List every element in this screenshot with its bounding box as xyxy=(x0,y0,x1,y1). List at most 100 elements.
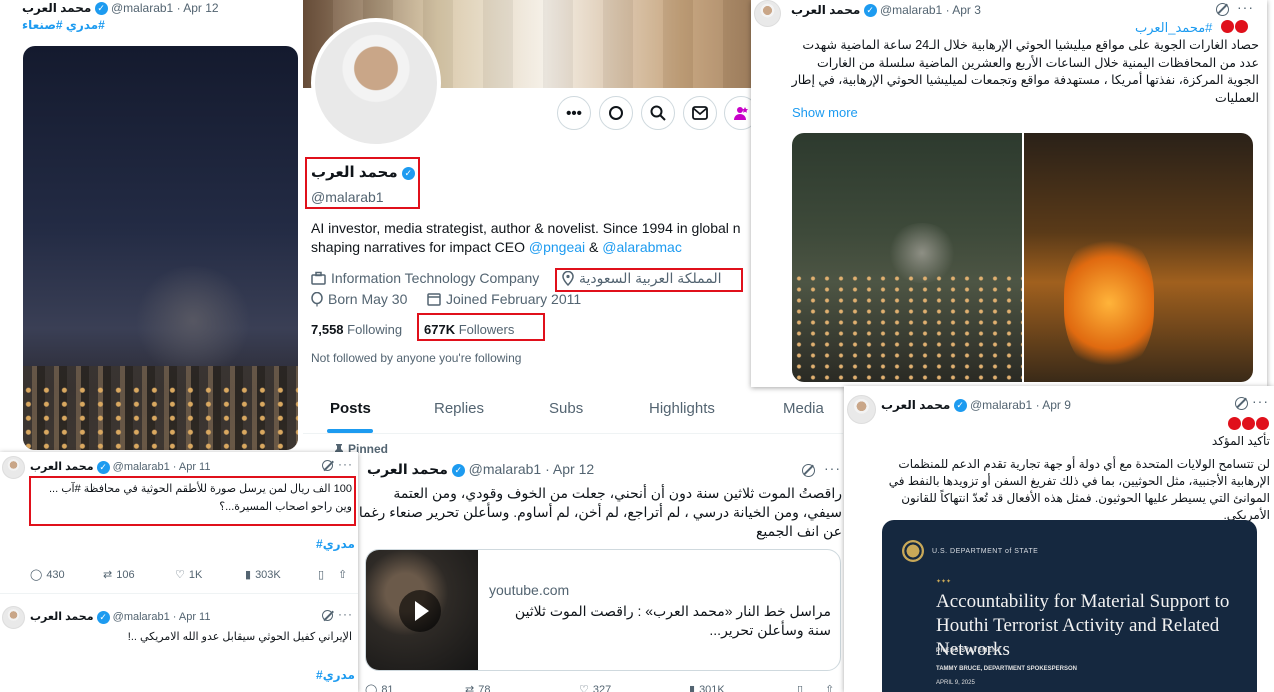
tweet-date[interactable]: · Apr 3 xyxy=(946,3,981,17)
tab-posts[interactable]: Posts xyxy=(330,400,371,417)
more-icon[interactable]: ··· xyxy=(338,607,353,621)
verified-badge-icon: ✓ xyxy=(96,460,110,474)
grok-icon[interactable] xyxy=(1216,3,1229,16)
card-title: مراسل خط النار «محمد العرب» : راقصت المو… xyxy=(514,603,831,638)
author-avatar[interactable] xyxy=(754,0,781,27)
more-icon: ••• xyxy=(566,104,582,122)
tweet-date[interactable]: · Apr 9 xyxy=(1036,398,1071,412)
author-name[interactable]: محمد العرب xyxy=(30,611,94,623)
author-handle[interactable]: @malarab1 xyxy=(113,611,170,623)
profile-avatar[interactable] xyxy=(311,18,441,148)
tweet-date[interactable]: · Apr 11 xyxy=(173,611,211,623)
calendar-icon xyxy=(427,293,441,306)
more-icon[interactable]: ··· xyxy=(1252,393,1269,409)
share-icon[interactable]: ⇧ xyxy=(338,568,347,581)
state-dept-document[interactable]: U.S. DEPARTMENT of STATE ✦✦✦ Accountabil… xyxy=(882,520,1257,692)
show-more-link[interactable]: Show more xyxy=(792,105,858,120)
more-icon[interactable]: ··· xyxy=(338,457,353,471)
author-handle[interactable]: @malarab1 xyxy=(970,398,1032,412)
grok-icon[interactable] xyxy=(322,610,333,621)
briefcase-icon xyxy=(311,271,326,285)
tweet-date[interactable]: · Apr 11 xyxy=(173,461,211,473)
author-name[interactable]: محمد العرب xyxy=(22,1,91,15)
more-button[interactable]: ••• xyxy=(557,96,591,130)
highlight-box-followers xyxy=(417,313,545,341)
search-button[interactable] xyxy=(641,96,675,130)
retweet-stat[interactable]: ⇄ 106 xyxy=(103,568,135,582)
bio-line-1: AI investor, media strategist, author & … xyxy=(311,220,741,236)
like-stat[interactable]: ♡ 1K xyxy=(175,568,202,582)
more-icon[interactable]: ··· xyxy=(824,460,841,476)
bio-line-2: shaping narratives for impact CEO xyxy=(311,239,529,255)
following-label: Following xyxy=(347,322,403,337)
grok-icon[interactable] xyxy=(1235,397,1248,410)
bookmark-icon[interactable]: ▯ xyxy=(797,683,803,692)
tweet-hashtag[interactable]: #مدري xyxy=(316,668,355,682)
verified-badge-icon: ✓ xyxy=(96,610,110,624)
grok-icon[interactable] xyxy=(802,464,815,477)
views-stat[interactable]: ▮ 303K xyxy=(245,568,281,582)
share-icon[interactable]: ⇧ xyxy=(825,683,834,692)
profile-joined: Joined February 2011 xyxy=(446,291,582,307)
grok-icon xyxy=(609,106,623,120)
tab-highlights[interactable]: Highlights xyxy=(649,400,715,417)
following-link[interactable]: 7,558 Following xyxy=(311,322,402,337)
tweet-text-heading: تأكيد المؤكد xyxy=(1211,434,1270,448)
reply-stat[interactable]: ◯ 81 xyxy=(365,683,394,692)
pinned-author-handle[interactable]: @malarab1 xyxy=(469,461,542,477)
tabs-divider xyxy=(303,433,843,434)
author-handle[interactable]: @malarab1 xyxy=(880,3,942,17)
following-count: 7,558 xyxy=(311,322,344,337)
tab-media[interactable]: Media xyxy=(783,400,824,417)
author-avatar[interactable] xyxy=(2,456,25,479)
reply-stat[interactable]: ◯ 430 xyxy=(30,568,65,582)
pinned-date[interactable]: · Apr 12 xyxy=(545,461,594,477)
airstrike-photo-left[interactable] xyxy=(792,133,1022,382)
like-stat[interactable]: ♡ 327 xyxy=(579,683,611,692)
author-avatar[interactable] xyxy=(2,606,25,629)
tab-replies[interactable]: Replies xyxy=(434,400,484,417)
doc-stars: ✦✦✦ xyxy=(936,579,952,585)
bio-mention-pngeai[interactable]: @pngeai xyxy=(529,239,585,255)
retweet-stat[interactable]: ⇄ 78 xyxy=(465,683,490,692)
author-handle[interactable]: @malarab1 xyxy=(113,461,170,473)
tweet-hashtags[interactable]: #مدري #صنعاء xyxy=(22,18,105,32)
author-name[interactable]: محمد العرب xyxy=(791,3,860,17)
pinned-author-name[interactable]: محمد العرب xyxy=(367,461,448,477)
tweet-date[interactable]: · Apr 12 xyxy=(177,1,219,15)
grok-icon[interactable] xyxy=(322,460,333,471)
grok-button[interactable] xyxy=(599,96,633,130)
not-followed-note: Not followed by anyone you're following xyxy=(311,351,522,365)
balloon-icon xyxy=(311,291,323,306)
tweet-text: لن تتسامح الولايات المتحدة مع أي دولة أو… xyxy=(888,457,1270,522)
bookmark-icon[interactable]: ▯ xyxy=(318,568,324,581)
tab-subs[interactable]: Subs xyxy=(549,400,583,417)
youtube-card[interactable]: youtube.com مراسل خط النار «محمد العرب» … xyxy=(365,549,841,671)
author-name[interactable]: محمد العرب xyxy=(30,461,94,473)
airstrike-photo-right[interactable] xyxy=(1024,133,1253,382)
search-icon xyxy=(650,105,666,121)
bio-mention-alarabmac[interactable]: @alarabmac xyxy=(602,239,682,255)
tweet-hashtag[interactable]: #مدري xyxy=(316,537,355,551)
author-avatar[interactable] xyxy=(847,395,876,424)
highlight-box-tweet xyxy=(29,476,356,526)
tweet-hashtag[interactable]: #محمد_العرب xyxy=(1135,20,1212,36)
state-dept-seal-icon xyxy=(902,540,924,562)
tweet-divider xyxy=(0,593,358,594)
retweet-icon: ⇄ xyxy=(465,684,475,692)
highlight-box-name xyxy=(305,157,420,209)
more-icon[interactable]: ··· xyxy=(1237,0,1254,15)
like-icon: ♡ xyxy=(579,684,589,692)
doc-by: TAMMY BRUCE, DEPARTMENT SPOKESPERSON xyxy=(936,666,1078,672)
author-name[interactable]: محمد العرب xyxy=(881,398,950,412)
night-city-photo[interactable] xyxy=(23,46,298,450)
play-icon[interactable] xyxy=(399,590,441,632)
message-button[interactable] xyxy=(683,96,717,130)
views-stat[interactable]: ▮ 301K xyxy=(689,683,725,692)
reply-icon: ◯ xyxy=(30,569,43,581)
right-bottom-tweet: محمد العرب ✓ @malarab1 · Apr 9 ··· تأكيد… xyxy=(844,386,1274,692)
left-photo-tweet: محمد العرب ✓ @malarab1 · Apr 12 #مدري #ص… xyxy=(0,0,303,450)
red-circles-emoji xyxy=(1221,20,1248,33)
author-handle[interactable]: @malarab1 xyxy=(111,1,173,15)
message-icon xyxy=(692,106,708,120)
